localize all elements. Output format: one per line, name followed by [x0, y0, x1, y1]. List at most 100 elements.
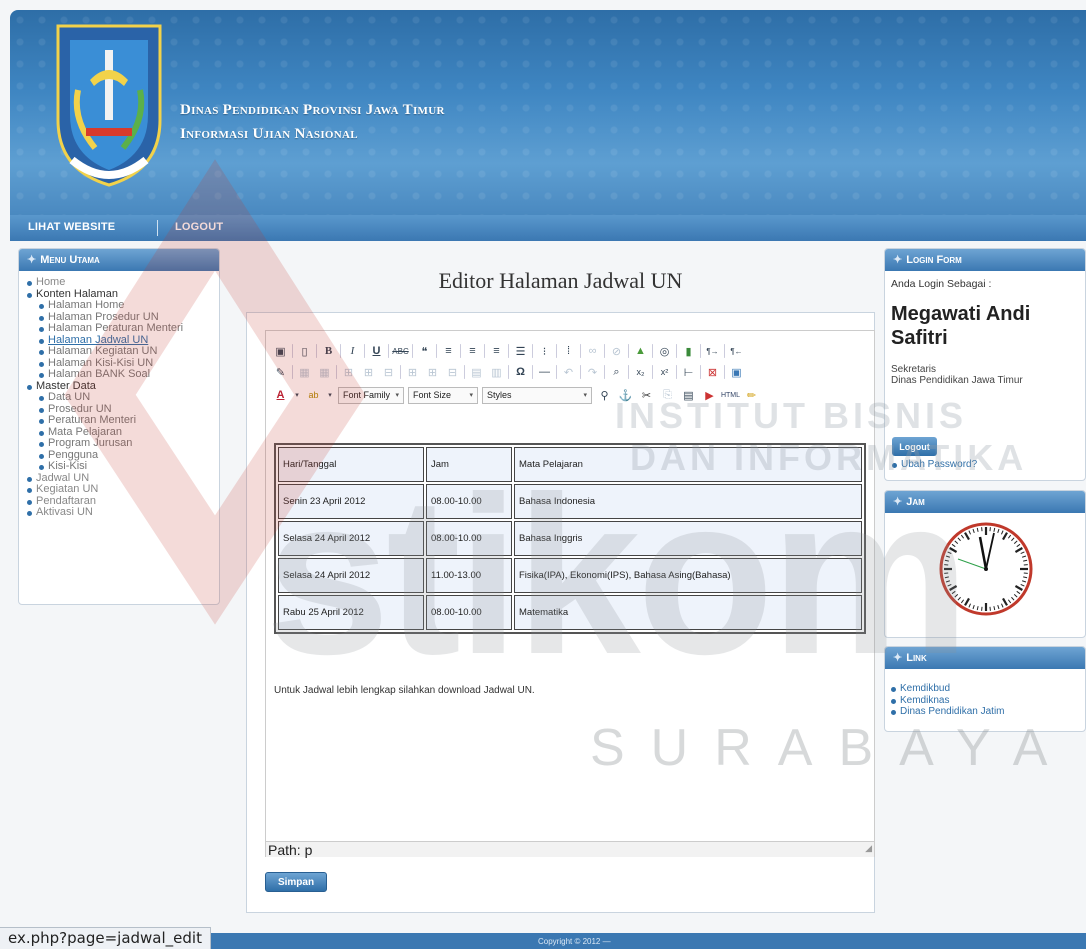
table-cell[interactable]: 08.00-10.00: [426, 521, 512, 556]
editor-content[interactable]: Hari/Tanggal Jam Mata Pelajaran Senin 23…: [266, 411, 874, 841]
subscript-icon[interactable]: x₂: [632, 364, 649, 381]
table-cell[interactable]: Mata Pelajaran: [514, 447, 862, 482]
underline-icon[interactable]: U: [368, 343, 385, 360]
table-cell[interactable]: Selasa 24 April 2012: [278, 521, 424, 556]
menu-item-halaman-bank-soal[interactable]: Halaman BANK Soal: [39, 368, 219, 381]
strikethrough-icon[interactable]: ABC: [392, 343, 409, 360]
change-password-link[interactable]: Ubah Password?: [892, 459, 977, 470]
table-icon[interactable]: ▦: [296, 364, 313, 381]
resize-grip-icon[interactable]: ◢: [865, 840, 872, 856]
superscript-icon[interactable]: x²: [656, 364, 673, 381]
save-button[interactable]: Simpan: [265, 872, 327, 892]
table-cell[interactable]: 08.00-10.00: [426, 595, 512, 630]
new-document-icon[interactable]: ▯: [296, 343, 313, 360]
menu-item-peraturan-menteri[interactable]: Peraturan Menteri: [39, 414, 219, 427]
table-cell[interactable]: 08.00-10.00: [426, 484, 512, 519]
align-center-icon[interactable]: ≡: [464, 343, 481, 360]
row-before-icon[interactable]: ⊞: [340, 364, 357, 381]
blockquote-icon[interactable]: ❝: [416, 343, 433, 360]
menu-item-data-un[interactable]: Data UN: [39, 391, 219, 404]
youtube-icon[interactable]: ▶: [701, 387, 718, 404]
logout-link[interactable]: LOGOUT: [175, 221, 223, 233]
edit-icon[interactable]: ✎: [272, 364, 289, 381]
special-char-icon[interactable]: Ω: [512, 364, 529, 381]
search-icon[interactable]: ⚲: [596, 387, 613, 404]
image-icon[interactable]: ▲: [632, 343, 649, 360]
link-panel: ✦ Link Kemdikbud Kemdiknas Dinas Pendidik…: [884, 646, 1086, 732]
ltr-icon[interactable]: ¶→: [704, 343, 721, 360]
horizontal-rule-icon[interactable]: —: [536, 364, 553, 381]
col-after-icon[interactable]: ⊞: [424, 364, 441, 381]
table-cell[interactable]: 11.00-13.00: [426, 558, 512, 593]
menu-item-halaman-kegiatan[interactable]: Halaman Kegiatan UN: [39, 345, 219, 358]
logout-button[interactable]: Logout: [892, 437, 937, 456]
editor-note-text[interactable]: Untuk Jadwal lebih lengkap silahkan down…: [274, 685, 535, 696]
bullet-list-icon[interactable]: ⁝: [536, 343, 553, 360]
merge-cells-icon[interactable]: ▥: [488, 364, 505, 381]
table-cell[interactable]: Selasa 24 April 2012: [278, 558, 424, 593]
site-header: Dinas Pendidikan Provinsi Jawa Timur Inf…: [10, 10, 1086, 215]
pencil-icon[interactable]: ✏: [743, 387, 760, 404]
font-family-select[interactable]: Font Family ▾: [338, 386, 404, 404]
delete-col-icon[interactable]: ⊟: [444, 364, 461, 381]
chevron-down-icon[interactable]: ▾: [326, 387, 334, 404]
table-props-icon[interactable]: ▦: [316, 364, 333, 381]
user-name: Megawati Andi Safitri: [891, 303, 1031, 349]
table-cell[interactable]: Senin 23 April 2012: [278, 484, 424, 519]
find-replace-icon[interactable]: ⌕: [608, 364, 625, 381]
cut-icon[interactable]: ✂: [638, 387, 655, 404]
delete-row-icon[interactable]: ⊟: [380, 364, 397, 381]
link-icon[interactable]: ∞: [584, 343, 601, 360]
lihat-website-link[interactable]: LIHAT WEBSITE: [28, 221, 115, 233]
menu-item-kisi-kisi[interactable]: Kisi-Kisi: [39, 460, 219, 473]
analog-clock: [939, 522, 1033, 616]
split-cells-icon[interactable]: ▤: [468, 364, 485, 381]
menu-item-kegiatan-un[interactable]: Kegiatan UN: [27, 483, 219, 496]
help-icon[interactable]: ◎: [656, 343, 673, 360]
media-icon[interactable]: ▮: [680, 343, 697, 360]
link-kemdikbud[interactable]: Kemdikbud: [891, 683, 1079, 695]
table-cell[interactable]: Jam: [426, 447, 512, 482]
save-icon[interactable]: ▣: [272, 343, 289, 360]
browser-status-bar: ex.php?page=jadwal_edit: [0, 927, 211, 949]
html-icon[interactable]: HTML: [721, 387, 740, 404]
menu-item-program-jurusan[interactable]: Program Jurusan: [39, 437, 219, 450]
table-cell[interactable]: Matematika: [514, 595, 862, 630]
align-right-icon[interactable]: ≡: [488, 343, 505, 360]
styles-select[interactable]: Styles ▾: [482, 386, 592, 404]
italic-icon[interactable]: I: [344, 343, 361, 360]
rtl-icon[interactable]: ¶←: [728, 343, 745, 360]
numbered-list-icon[interactable]: ⁞: [560, 343, 577, 360]
link-kemdiknas[interactable]: Kemdiknas: [891, 695, 1079, 707]
remove-format-icon[interactable]: ⊠: [704, 364, 721, 381]
bold-icon[interactable]: B: [320, 343, 337, 360]
redo-icon[interactable]: ↷: [584, 364, 601, 381]
menu-item-halaman-peraturan[interactable]: Halaman Peraturan Menteri: [39, 322, 219, 335]
link-dinas-pendidikan-jatim[interactable]: Dinas Pendidikan Jatim: [891, 706, 1079, 718]
paste-icon[interactable]: ▤: [680, 387, 697, 404]
fullscreen-icon[interactable]: ▣: [728, 364, 745, 381]
table-cell[interactable]: Bahasa Indonesia: [514, 484, 862, 519]
align-left-icon[interactable]: ≡: [440, 343, 457, 360]
text-color-icon[interactable]: A: [272, 387, 289, 404]
chevron-down-icon[interactable]: ▾: [293, 387, 301, 404]
insert-hr-icon[interactable]: ⊢: [680, 364, 697, 381]
font-size-select[interactable]: Font Size ▾: [408, 386, 478, 404]
schedule-table: Hari/Tanggal Jam Mata Pelajaran Senin 23…: [274, 443, 866, 634]
anchor-icon[interactable]: ⚓: [617, 387, 634, 404]
highlight-color-icon[interactable]: ab: [305, 387, 322, 404]
row-after-icon[interactable]: ⊞: [360, 364, 377, 381]
justify-icon[interactable]: ☰: [512, 343, 529, 360]
menu-item-home[interactable]: Home: [27, 276, 219, 289]
table-cell[interactable]: Rabu 25 April 2012: [278, 595, 424, 630]
unlink-icon[interactable]: ⊘: [608, 343, 625, 360]
menu-item-halaman-home[interactable]: Halaman Home: [39, 299, 219, 312]
table-cell[interactable]: Hari/Tanggal: [278, 447, 424, 482]
menu-item-aktivasi-un[interactable]: Aktivasi UN: [27, 506, 219, 519]
table-cell[interactable]: Bahasa Inggris: [514, 521, 862, 556]
col-before-icon[interactable]: ⊞: [404, 364, 421, 381]
table-cell[interactable]: Fisika(IPA), Ekonomi(IPS), Bahasa Asing(…: [514, 558, 862, 593]
copy-icon[interactable]: ⎘: [659, 387, 676, 404]
star-icon: ✦: [893, 254, 903, 266]
undo-icon[interactable]: ↶: [560, 364, 577, 381]
